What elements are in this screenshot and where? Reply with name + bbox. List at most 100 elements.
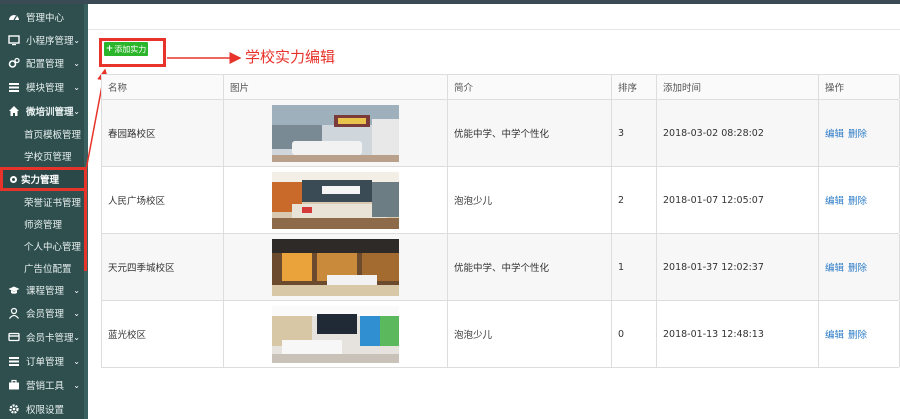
campus-photo: [272, 171, 399, 229]
sidebar-item-label: 权限设置: [26, 405, 65, 416]
edit-link[interactable]: 编辑: [825, 126, 844, 140]
strength-table: 名称 图片 简介 排序 添加时间 操作 春园路校区 优能中学、中学个性化 3 2…: [101, 74, 900, 368]
cell-image: [224, 234, 448, 300]
sidebar-item-label: 模块管理: [26, 83, 65, 94]
cell-actions: 编辑 删除: [819, 100, 900, 166]
cell-image: [224, 167, 448, 233]
sidebar-item-training[interactable]: 微培训管理 ⌄: [0, 100, 86, 122]
sidebar-subitem-honor-certificates[interactable]: 荣誉证书管理: [0, 191, 86, 213]
sidebar-subitem-label: 师资管理: [24, 220, 63, 231]
cell-name: 天元四季城校区: [102, 234, 224, 300]
chevron-down-icon: ⌄: [73, 332, 80, 342]
column-header-sort: 排序: [612, 75, 657, 99]
sidebar-subitem-label: 个人中心管理: [24, 242, 82, 253]
column-header-time: 添加时间: [657, 75, 819, 99]
chevron-down-icon: ⌄: [73, 308, 80, 318]
sidebar-item-label: 会员管理: [26, 309, 65, 320]
cell-time: 2018-01-37 12:02:37: [657, 234, 819, 300]
column-header-name: 名称: [102, 75, 224, 99]
table-row: 天元四季城校区 优能中学、中学个性化 1 2018-01-37 12:02:37…: [102, 234, 900, 301]
sidebar-item-orders[interactable]: 订单管理 ⌄: [0, 350, 86, 372]
sidebar-item-label: 订单管理: [26, 357, 65, 368]
cell-image: [224, 301, 448, 367]
annotation-line-sidebar: [84, 191, 88, 271]
edit-link[interactable]: 编辑: [825, 193, 844, 207]
briefcase-icon: [8, 379, 20, 391]
campus-photo: [272, 238, 399, 296]
chevron-down-icon: ⌄: [73, 82, 80, 92]
list-icon: [8, 355, 20, 367]
chevron-down-icon: ⌄: [73, 380, 80, 390]
credit-card-icon: [8, 331, 20, 343]
chevron-down-icon: ⌄: [73, 58, 80, 68]
annotation-box-sidebar-item: [0, 167, 87, 191]
home-icon: [8, 105, 20, 117]
graduation-cap-icon: [8, 284, 20, 296]
sidebar-item-member-cards[interactable]: 会员卡管理 ⌄: [0, 326, 86, 348]
dashboard-icon: [8, 11, 20, 23]
table-header-row: 名称 图片 简介 排序 添加时间 操作: [102, 75, 900, 100]
campus-photo: [272, 305, 399, 363]
sidebar-subitem-label: 荣誉证书管理: [24, 198, 82, 209]
list-icon: [8, 81, 20, 93]
sidebar-item-label: 小程序管理: [26, 36, 74, 47]
sidebar-subitem-school-page[interactable]: 学校页管理: [0, 145, 86, 167]
annotation-box-add-button: [99, 38, 166, 67]
cell-name: 春园路校区: [102, 100, 224, 166]
monitor-icon: [8, 34, 20, 46]
chevron-down-icon: ⌄: [73, 356, 80, 366]
sidebar-subitem-teachers[interactable]: 师资管理: [0, 213, 86, 235]
sidebar-subitem-ad-slots[interactable]: 广告位配置: [0, 257, 86, 279]
edit-link[interactable]: 编辑: [825, 260, 844, 274]
delete-link[interactable]: 删除: [848, 193, 867, 207]
sidebar-item-label: 会员卡管理: [26, 333, 74, 344]
column-header-intro: 简介: [448, 75, 612, 99]
chevron-down-icon: ⌄: [73, 35, 80, 45]
sidebar-subitem-home-template[interactable]: 首页模板管理: [0, 123, 86, 145]
cell-intro: 优能中学、中学个性化: [448, 234, 612, 300]
sidebar-item-label: 配置管理: [26, 59, 65, 70]
delete-link[interactable]: 删除: [848, 126, 867, 140]
delete-link[interactable]: 删除: [848, 260, 867, 274]
cell-name: 蓝光校区: [102, 301, 224, 367]
sidebar-subitem-label: 学校页管理: [24, 152, 72, 163]
cell-intro: 泡泡少儿: [448, 301, 612, 367]
cell-time: 2018-03-02 08:28:02: [657, 100, 819, 166]
sidebar-item-permissions[interactable]: 权限设置: [0, 398, 86, 419]
sidebar-item-label: 管理中心: [26, 13, 65, 24]
cell-image: [224, 100, 448, 166]
cell-name: 人民广场校区: [102, 167, 224, 233]
sidebar-item-members[interactable]: 会员管理 ⌄: [0, 302, 86, 324]
cell-actions: 编辑 删除: [819, 167, 900, 233]
user-icon: [8, 307, 20, 319]
cell-sort: 1: [612, 234, 657, 300]
sidebar-item-courses[interactable]: 课程管理 ⌄: [0, 279, 86, 301]
main-header-bar: [88, 4, 900, 30]
campus-photo: [272, 104, 399, 162]
sidebar-item-marketing[interactable]: 营销工具 ⌄: [0, 374, 86, 396]
sidebar-item-label: 课程管理: [26, 286, 65, 297]
cell-actions: 编辑 删除: [819, 301, 900, 367]
sidebar-subitem-personal-center[interactable]: 个人中心管理: [0, 235, 86, 257]
sidebar-item-config[interactable]: 配置管理 ⌄: [0, 52, 86, 74]
edit-link[interactable]: 编辑: [825, 327, 844, 341]
sidebar-subitem-label: 首页模板管理: [24, 130, 82, 141]
cell-sort: 2: [612, 167, 657, 233]
table-row: 人民广场校区 泡泡少儿 2 2018-01-07 12:05:07 编辑 删除: [102, 167, 900, 234]
cell-sort: 0: [612, 301, 657, 367]
gear-icon: [8, 403, 20, 415]
table-row: 蓝光校区 泡泡少儿 0 2018-01-13 12:48:13 编辑 删除: [102, 301, 900, 368]
column-header-image: 图片: [224, 75, 448, 99]
table-row: 春园路校区 优能中学、中学个性化 3 2018-03-02 08:28:02 编…: [102, 100, 900, 167]
sidebar-item-label: 营销工具: [26, 381, 65, 392]
chevron-down-icon: ⌄: [73, 285, 80, 295]
delete-link[interactable]: 删除: [848, 327, 867, 341]
cell-actions: 编辑 删除: [819, 234, 900, 300]
sidebar-item-label: 微培训管理: [26, 107, 74, 118]
cell-time: 2018-01-07 12:05:07: [657, 167, 819, 233]
column-header-actions: 操作: [819, 75, 900, 99]
sidebar-item-dashboard[interactable]: 管理中心: [0, 6, 86, 28]
cell-intro: 优能中学、中学个性化: [448, 100, 612, 166]
sidebar-item-miniprogram[interactable]: 小程序管理 ⌄: [0, 29, 86, 51]
sidebar-item-modules[interactable]: 模块管理 ⌄: [0, 76, 86, 98]
